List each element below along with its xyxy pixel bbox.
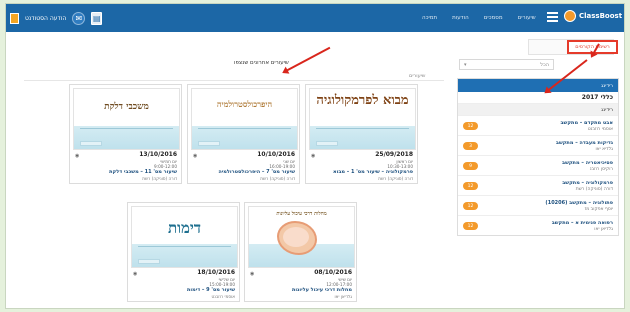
- course-teacher: יוסף אפקוב מז: [584, 206, 613, 212]
- count-badge: 12: [463, 222, 478, 230]
- course-title: פרמקולוגיה – מתקשב: [562, 179, 613, 186]
- stomach-illustration-inner: [283, 227, 309, 247]
- app-window: הודעה הסטודנט ✉ ▤ תמיכה הודעות מסמכים שי…: [5, 3, 625, 309]
- nav-item[interactable]: שיעורים: [518, 15, 536, 21]
- decoration: [138, 259, 160, 264]
- eye-icon[interactable]: ◉: [311, 153, 315, 159]
- sidebar-header: רידינג: [458, 79, 618, 92]
- lesson-card[interactable]: משכבי דלקת ◉ 13/10/2016 יום חמישי 9:00-1…: [69, 84, 182, 184]
- count-badge: 12: [463, 182, 478, 190]
- thumbnail-title: היפרכולסטרולמיה: [216, 99, 273, 109]
- lesson-teacher: דורה (סוניקה) רשת: [142, 176, 177, 181]
- nav-item[interactable]: הודעות: [452, 15, 469, 21]
- sidebar-course[interactable]: 12 רפואה פנימית א – מתקשב גלדיאן יאו: [458, 215, 618, 235]
- lesson-date: 13/10/2016: [139, 151, 177, 158]
- lesson-card[interactable]: היפרכולסטרולמיה ◉ 10/10/2016 יום שני 16:…: [187, 84, 300, 184]
- lesson-card[interactable]: מחלות דרכי עיכול עליונות ◉ 08/10/2016 יו…: [244, 202, 357, 302]
- course-teacher: רוקיסן רוזבנ: [589, 166, 613, 172]
- top-bar: הודעה הסטודנט ✉ ▤ תמיכה הודעות מסמכים שי…: [6, 4, 624, 32]
- lesson-teacher: דורה (סוניקה) רשת: [378, 176, 413, 181]
- divider: [138, 246, 231, 247]
- decoration: [80, 141, 102, 146]
- menu-icon[interactable]: [547, 12, 558, 22]
- count-badge: 3: [463, 142, 478, 150]
- annotation-arrow: [283, 46, 331, 73]
- nav-item[interactable]: מסמכים: [484, 15, 503, 21]
- lesson-date: 08/10/2016: [314, 269, 352, 276]
- decoration: [316, 141, 338, 146]
- lesson-teacher: אוסמי רוזבנט: [211, 294, 235, 299]
- lesson-thumbnail[interactable]: מחלות דרכי עיכול עליונות: [248, 206, 355, 268]
- filter-select[interactable]: ▾ הכל: [459, 59, 554, 70]
- sidebar-course[interactable]: 12 פתולוגיה – מתקשב (10206) יוסף אפקוב מ…: [458, 195, 618, 215]
- lesson-card[interactable]: מבוא לפרמקולוגיה ◉ 25/09/2018 יום ראשון …: [305, 84, 418, 184]
- course-teacher: גלדיא יאו: [595, 146, 613, 152]
- divider: [198, 128, 291, 129]
- chevron-down-icon: ▾: [464, 61, 467, 68]
- lesson-date: 25/09/2018: [375, 151, 413, 158]
- count-badge: 12: [463, 122, 478, 130]
- course-title: גדיקות מעבדה – מתקשב: [555, 139, 613, 146]
- top-nav: תמיכה הודעות מסמכים שיעורים: [422, 4, 536, 32]
- thumbnail-title: דימות: [167, 219, 202, 237]
- thumbnail-title: מחלות דרכי עיכול עליונות: [276, 211, 327, 217]
- user-label[interactable]: הודעה הסטודנט: [25, 15, 66, 22]
- document-icon[interactable]: ▤: [91, 11, 103, 25]
- sidebar-year[interactable]: כללי 2017: [458, 92, 618, 104]
- sidebar-course[interactable]: 3 גדיקות מעבדה – מתקשב גלדיא יאו: [458, 135, 618, 155]
- lesson-name[interactable]: שיעור מס' 11 – משכבי דלקת: [109, 169, 177, 175]
- topbar-left: הודעה הסטודנט ✉ ▤: [6, 11, 156, 25]
- course-teacher: אוסמי רוזבנט: [587, 126, 613, 132]
- eye-icon[interactable]: ◉: [75, 153, 79, 159]
- thumbnail-title: מבוא לפרמקולוגיה: [316, 93, 409, 108]
- course-teacher: דורה (סוניקה) רשת: [575, 186, 613, 192]
- eye-icon[interactable]: ◉: [193, 153, 197, 159]
- filter-value: הכל: [540, 61, 549, 68]
- count-badge: 12: [463, 202, 478, 210]
- course-title: פסיכיאטריה – מתקשב: [562, 159, 613, 166]
- sidebar-course[interactable]: 12 אבט מתקדם – מתקשב אוסמי רוזבנט: [458, 115, 618, 135]
- sidebar-course[interactable]: 9 פסיכיאטריה – מתקשב רוקיסן רוזבנ: [458, 155, 618, 175]
- lesson-card[interactable]: דימות ◉ 18/10/2016 יום שלישי 15:00-19:00…: [127, 202, 240, 302]
- course-title: אבט מתקדם – מתקשב: [560, 119, 614, 126]
- notifications-icon[interactable]: ✉: [72, 11, 86, 25]
- logo: ClassBoost: [564, 10, 622, 22]
- lesson-name[interactable]: שיעור מס' 9 – דימות: [187, 287, 235, 293]
- eye-icon[interactable]: ◉: [250, 271, 254, 277]
- eye-icon[interactable]: ◉: [133, 271, 137, 277]
- course-title: פתולוגיה – מתקשב (10206): [545, 199, 613, 206]
- lesson-date: 18/10/2016: [197, 269, 235, 276]
- lesson-thumbnail[interactable]: היפרכולסטרולמיה: [191, 88, 298, 150]
- count-badge: 9: [463, 162, 478, 170]
- lesson-thumbnail[interactable]: דימות: [131, 206, 238, 268]
- course-teacher: גלדיאן יאו: [594, 226, 613, 232]
- user-avatar[interactable]: [10, 12, 19, 24]
- lesson-thumbnail[interactable]: משכבי דלקת: [73, 88, 180, 150]
- lesson-name[interactable]: מחלות דרכי עיכול עליונות: [292, 287, 352, 293]
- section-title: שיעורים אחרונים שנצפו: [234, 60, 289, 66]
- decoration: [198, 141, 220, 146]
- lesson-name[interactable]: פרמקולוגיה – שיעור מס' 1 – מבוא: [333, 169, 413, 175]
- logo-icon: [564, 10, 576, 22]
- lesson-thumbnail[interactable]: מבוא לפרמקולוגיה: [309, 88, 416, 150]
- course-title: רפואה פנימית א – מתקשב: [551, 219, 613, 226]
- lesson-name[interactable]: שיעור מס' 7 – היפרכולסטרולמיה: [218, 169, 295, 175]
- course-sidebar: רידינג כללי 2017 רידינג 12 אבט מתקדם – מ…: [457, 78, 619, 236]
- lesson-teacher: גלדיאן יאו: [334, 294, 352, 299]
- sidebar-sub: רידינג: [458, 104, 618, 115]
- sidebar-course[interactable]: 12 פרמקולוגיה – מתקשב דורה (סוניקה) רשת: [458, 175, 618, 195]
- lesson-teacher: דורה (סוניקה) רשת: [260, 176, 295, 181]
- divider: [80, 128, 173, 129]
- breadcrumb[interactable]: שיעורים: [409, 73, 425, 79]
- thumbnail-title: משכבי דלקת: [104, 102, 149, 112]
- divider: [316, 128, 409, 129]
- divider: [24, 80, 444, 81]
- logo-text: ClassBoost: [579, 12, 623, 20]
- lesson-date: 10/10/2016: [257, 151, 295, 158]
- nav-item[interactable]: תמיכה: [422, 15, 437, 21]
